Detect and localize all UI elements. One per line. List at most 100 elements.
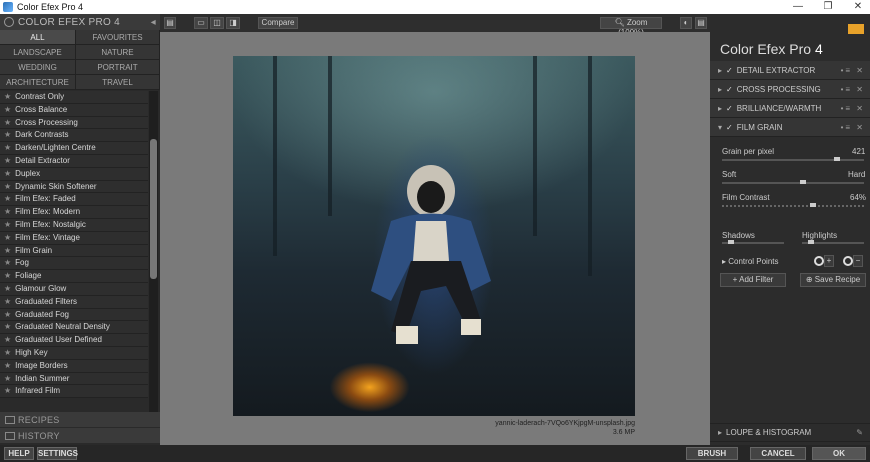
- subtract-control-point-icon[interactable]: [843, 256, 853, 266]
- preview-canvas[interactable]: yannic-laderach-7VQo6YKjpgM-unsplash.jpg…: [160, 32, 710, 445]
- checkbox-icon[interactable]: ✓: [726, 85, 733, 94]
- minimize-button[interactable]: —: [786, 0, 810, 14]
- toggle-right-panel-icon[interactable]: ▤: [695, 17, 707, 29]
- checkbox-icon[interactable]: ✓: [726, 66, 733, 75]
- control-points-row[interactable]: ▸ Control Points: [722, 257, 779, 266]
- ok-button[interactable]: OK: [812, 447, 866, 460]
- filter-list-item[interactable]: ★ Film Efex: Nostalgic: [0, 218, 148, 232]
- expand-icon[interactable]: ▸: [718, 66, 722, 75]
- gear-icon[interactable]: [4, 17, 14, 27]
- save-recipe-button[interactable]: ⊕ Save Recipe: [800, 273, 866, 287]
- category-nature[interactable]: NATURE: [76, 45, 160, 60]
- star-icon[interactable]: ★: [4, 194, 11, 203]
- filter-list-item[interactable]: ★ Dynamic Skin Softener: [0, 180, 148, 194]
- cancel-button[interactable]: CANCEL: [750, 447, 806, 460]
- star-icon[interactable]: ★: [4, 182, 11, 191]
- star-icon[interactable]: ★: [4, 361, 11, 370]
- shadows-slider[interactable]: [722, 240, 784, 244]
- help-button[interactable]: HELP: [4, 447, 34, 460]
- filter-list-item[interactable]: ★ Image Borders: [0, 359, 148, 373]
- side-by-side-icon[interactable]: ◨: [226, 17, 240, 29]
- star-icon[interactable]: ★: [4, 92, 11, 101]
- filter-list-item[interactable]: ★ Foliage: [0, 270, 148, 283]
- checkbox-icon[interactable]: ✓: [726, 123, 733, 132]
- filter-list-item[interactable]: ★ Cross Balance: [0, 103, 148, 117]
- star-icon[interactable]: ★: [4, 374, 11, 383]
- star-icon[interactable]: ★: [4, 169, 11, 178]
- filter-list-item[interactable]: ★ Graduated User Defined: [0, 334, 148, 347]
- star-icon[interactable]: ★: [4, 310, 11, 319]
- filter-actions-icon[interactable]: •≡ ✕: [841, 85, 865, 94]
- star-icon[interactable]: ★: [4, 258, 11, 267]
- filter-cross-processing[interactable]: ▸ ✓ CROSS PROCESSING •≡ ✕: [710, 80, 870, 99]
- softness-slider[interactable]: [722, 180, 864, 184]
- scrollbar-thumb[interactable]: [150, 139, 157, 279]
- collapse-icon[interactable]: ▾: [718, 123, 722, 132]
- star-icon[interactable]: ★: [4, 130, 11, 139]
- filter-list-item[interactable]: ★ Graduated Filters: [0, 295, 148, 309]
- minus-icon[interactable]: −: [853, 255, 863, 267]
- filter-list-item[interactable]: ★ Dark Contrasts: [0, 129, 148, 143]
- recipes-section[interactable]: RECIPES: [0, 412, 160, 427]
- filter-list-item[interactable]: ★ Film Efex: Vintage: [0, 231, 148, 245]
- filter-list-item[interactable]: ★ High Key: [0, 346, 148, 360]
- checkbox-icon[interactable]: ✓: [726, 104, 733, 113]
- star-icon[interactable]: ★: [4, 271, 11, 280]
- filter-list-item[interactable]: ★ Film Grain: [0, 244, 148, 258]
- filter-list-item[interactable]: ★ Graduated Neutral Density: [0, 321, 148, 335]
- filter-list-item[interactable]: ★ Fog: [0, 257, 148, 271]
- collapse-icon[interactable]: ◂: [151, 17, 156, 28]
- star-icon[interactable]: ★: [4, 156, 11, 165]
- add-control-point-icon[interactable]: [814, 256, 824, 266]
- pin-icon[interactable]: ✎: [856, 428, 865, 437]
- star-icon[interactable]: ★: [4, 220, 11, 229]
- filter-film-grain[interactable]: ▾ ✓ FILM GRAIN •≡ ✕: [710, 118, 870, 137]
- star-icon[interactable]: ★: [4, 207, 11, 216]
- star-icon[interactable]: ★: [4, 246, 11, 255]
- slider-knob[interactable]: [810, 203, 816, 207]
- category-architecture[interactable]: ARCHITECTURE: [0, 75, 76, 90]
- filter-list-item[interactable]: ★ Graduated Fog: [0, 308, 148, 322]
- star-icon[interactable]: ★: [4, 105, 11, 114]
- filter-list-item[interactable]: ★ Duplex: [0, 167, 148, 181]
- grain-per-pixel-slider[interactable]: [722, 157, 864, 161]
- star-icon[interactable]: ★: [4, 322, 11, 331]
- filter-list-item[interactable]: ★ Detail Extractor: [0, 154, 148, 168]
- filter-list-item[interactable]: ★ Cross Processing: [0, 116, 148, 130]
- filter-detail-extractor[interactable]: ▸ ✓ DETAIL EXTRACTOR •≡ ✕: [710, 61, 870, 80]
- single-view-icon[interactable]: ▭: [194, 17, 208, 29]
- history-section[interactable]: HISTORY: [0, 428, 160, 443]
- star-icon[interactable]: ★: [4, 284, 11, 293]
- plus-icon[interactable]: +: [824, 255, 834, 267]
- highlights-slider[interactable]: [802, 240, 864, 244]
- category-favourites[interactable]: FAVOURITES: [76, 30, 160, 45]
- filter-list-item[interactable]: ★ Glamour Glow: [0, 282, 148, 296]
- split-view-icon[interactable]: ◫: [210, 17, 224, 29]
- expand-icon[interactable]: ▸: [718, 85, 722, 94]
- compare-button[interactable]: Compare: [258, 17, 298, 29]
- add-filter-button[interactable]: + Add Filter: [720, 273, 786, 287]
- film-contrast-slider[interactable]: [722, 203, 864, 207]
- category-portrait[interactable]: PORTRAIT: [76, 60, 160, 75]
- zoom-button[interactable]: 🔍︎ Zoom (100%): [600, 17, 662, 37]
- filter-list-item[interactable]: ★ Infrared Film: [0, 385, 148, 399]
- filter-list-item[interactable]: ★ Film Efex: Modern: [0, 206, 148, 219]
- filter-actions-icon[interactable]: •≡ ✕: [841, 104, 865, 113]
- slider-knob[interactable]: [800, 180, 806, 184]
- star-icon[interactable]: ★: [4, 348, 11, 357]
- preview-image[interactable]: [233, 56, 635, 416]
- star-icon[interactable]: ★: [4, 233, 11, 242]
- category-travel[interactable]: TRAVEL: [76, 75, 160, 90]
- slider-knob[interactable]: [808, 240, 814, 244]
- filter-list-item[interactable]: ★ Indian Summer: [0, 372, 148, 386]
- filter-actions-icon[interactable]: •≡ ✕: [841, 66, 865, 75]
- expand-icon[interactable]: ▸: [718, 428, 722, 437]
- category-all[interactable]: ALL: [0, 30, 76, 45]
- background-color-icon[interactable]: ◐: [680, 17, 692, 29]
- loupe-histogram-section[interactable]: ▸ LOUPE & HISTOGRAM ✎: [710, 423, 870, 442]
- category-landscape[interactable]: LANDSCAPE: [0, 45, 76, 60]
- filter-list-item[interactable]: ★ Darken/Lighten Centre: [0, 142, 148, 155]
- star-icon[interactable]: ★: [4, 297, 11, 306]
- maximize-button[interactable]: ❐: [816, 0, 840, 14]
- filter-list-scrollbar[interactable]: [149, 91, 158, 413]
